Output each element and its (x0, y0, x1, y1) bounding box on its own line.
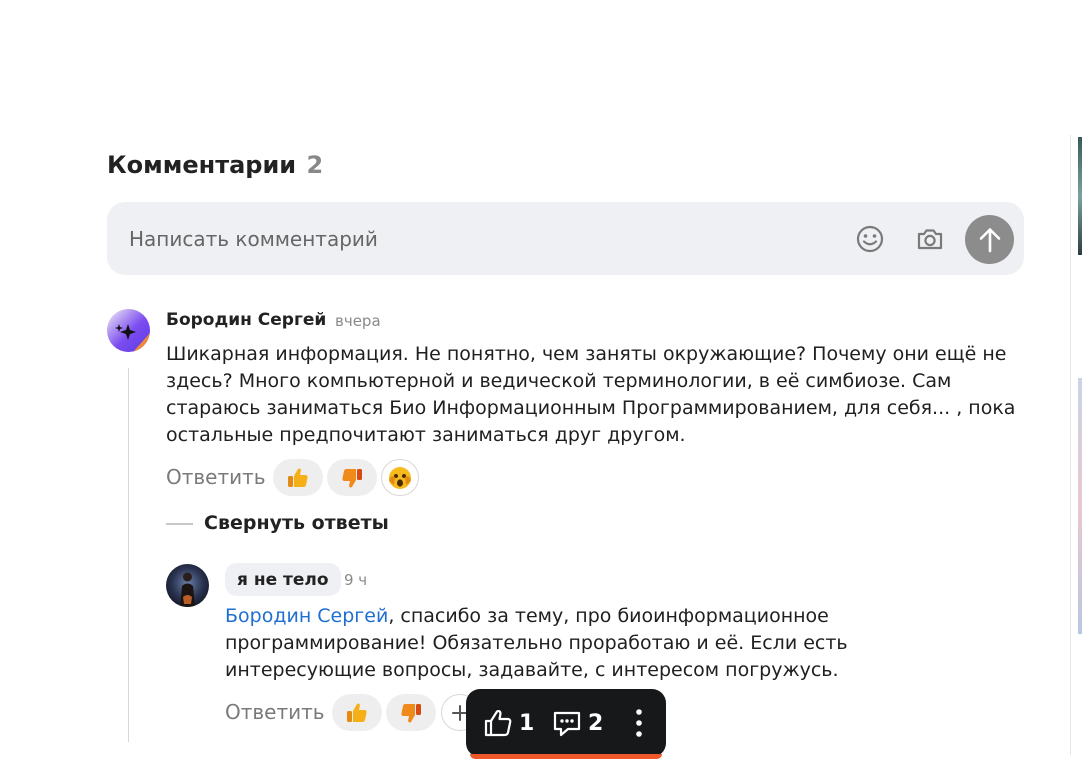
reply-reaction-thumbs-down[interactable] (386, 694, 436, 731)
arrow-up-icon (979, 227, 1000, 252)
thumbs-down-icon (342, 468, 362, 488)
comment-icon (553, 711, 581, 737)
comments-title: Комментарии 2 (107, 150, 323, 180)
thumbs-up-icon (288, 467, 308, 487)
comment-count: 2 (588, 710, 604, 736)
comment-time: вчера (335, 312, 381, 330)
comments-count: 2 (306, 151, 324, 179)
comments-title-label: Комментарии (107, 151, 297, 179)
comment-input[interactable] (129, 226, 769, 252)
reply-button[interactable]: Ответить (166, 465, 266, 489)
reply-reply-button[interactable]: Ответить (225, 700, 325, 724)
more-button[interactable] (630, 707, 648, 739)
reply-mention[interactable]: Бородин Сергей (225, 605, 388, 627)
reply-avatar[interactable] (166, 564, 209, 607)
reply-time: 9 ч (344, 571, 368, 589)
reaction-thumbs-up[interactable] (273, 459, 323, 496)
camera-icon[interactable] (912, 221, 948, 257)
reaction-shocked-face[interactable] (381, 459, 419, 496)
like-button[interactable]: 1 (482, 705, 534, 741)
avatar[interactable] (107, 309, 150, 352)
thumbs-up-icon (347, 702, 367, 722)
reply-reaction-thumbs-up[interactable] (332, 694, 382, 731)
reply-author: я не тело (237, 569, 329, 590)
comment-author[interactable]: Бородин Сергей (166, 310, 326, 330)
shocked-face-icon (389, 466, 411, 489)
comments-button[interactable]: 2 (551, 705, 603, 741)
thumbs-up-outline-icon (484, 709, 512, 737)
comment-text: Шикарная информация. Не понятно, чем зан… (166, 343, 1016, 446)
reply-text: Бородин Сергей, спасибо за тему, про био… (225, 603, 915, 684)
right-panel-thumbnail[interactable] (1078, 137, 1082, 255)
collapse-divider (166, 523, 193, 525)
reply-author-chip[interactable]: я не тело (225, 563, 341, 596)
smile-icon[interactable] (852, 221, 888, 257)
collapse-replies-button[interactable]: Свернуть ответы (204, 512, 389, 534)
right-panel-divider (1070, 135, 1071, 755)
send-button[interactable] (965, 215, 1014, 264)
right-panel-thumbnail[interactable] (1078, 378, 1082, 634)
like-count: 1 (519, 710, 535, 736)
more-vertical-icon (636, 709, 642, 737)
reaction-thumbs-down[interactable] (327, 459, 377, 496)
bar-accent (470, 754, 662, 759)
thread-line (128, 368, 129, 742)
thumbs-down-icon (401, 703, 421, 723)
